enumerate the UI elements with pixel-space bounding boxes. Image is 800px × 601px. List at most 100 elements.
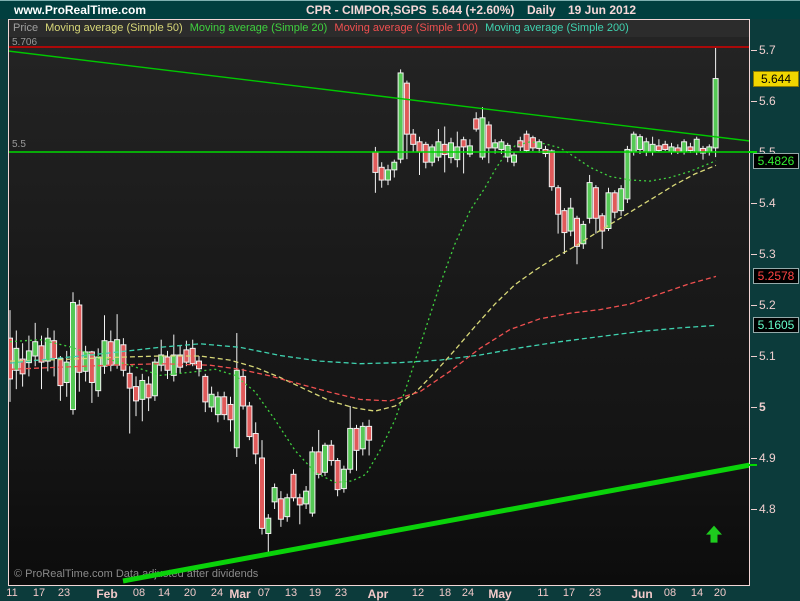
- candle[interactable]: [227, 396, 234, 432]
- legend-ma20[interactable]: Moving average (Simple 20): [190, 22, 328, 34]
- candle[interactable]: [221, 391, 228, 420]
- candle[interactable]: [555, 185, 562, 234]
- candle[interactable]: [385, 164, 391, 186]
- candle[interactable]: [290, 469, 297, 502]
- candle[interactable]: [460, 136, 467, 174]
- candle[interactable]: [208, 386, 215, 413]
- candle[interactable]: [454, 131, 461, 168]
- candle[interactable]: [347, 405, 354, 474]
- candle[interactable]: [25, 335, 32, 377]
- site-link[interactable]: www.ProRealTime.com: [14, 3, 146, 17]
- candle[interactable]: [328, 440, 335, 466]
- candle[interactable]: [265, 514, 272, 554]
- candle[interactable]: [303, 486, 310, 509]
- candle[interactable]: [422, 141, 429, 169]
- ascending-trendline[interactable]: [122, 462, 749, 584]
- candle[interactable]: [177, 345, 184, 374]
- candle[interactable]: [637, 134, 643, 155]
- candle[interactable]: [126, 366, 133, 434]
- candle[interactable]: [378, 162, 385, 188]
- candle[interactable]: [618, 185, 625, 216]
- candle[interactable]: [410, 129, 417, 152]
- candle[interactable]: [252, 422, 259, 465]
- up-arrow-icon[interactable]: [706, 525, 722, 543]
- candle[interactable]: [523, 130, 530, 152]
- candle[interactable]: [416, 136, 423, 175]
- legend-ma50[interactable]: Moving average (Simple 50): [45, 22, 183, 34]
- candle[interactable]: [19, 343, 26, 387]
- candle[interactable]: [668, 142, 675, 155]
- candle[interactable]: [51, 330, 58, 377]
- candle[interactable]: [233, 333, 240, 457]
- candle[interactable]: [599, 213, 606, 249]
- candle[interactable]: [38, 335, 45, 390]
- candle[interactable]: [145, 376, 152, 412]
- candle[interactable]: [353, 424, 360, 471]
- candle[interactable]: [517, 136, 524, 151]
- candle[interactable]: [473, 112, 480, 132]
- candle[interactable]: [567, 197, 574, 237]
- candle[interactable]: [70, 292, 76, 415]
- candle[interactable]: [296, 493, 303, 525]
- candle[interactable]: [151, 358, 158, 401]
- candle[interactable]: [536, 139, 543, 154]
- candle[interactable]: [429, 144, 436, 167]
- candle[interactable]: [246, 401, 253, 441]
- ma100-line[interactable]: [9, 275, 717, 402]
- candle[interactable]: [315, 429, 322, 479]
- legend-ma200[interactable]: Moving average (Simple 200): [485, 22, 629, 34]
- candle[interactable]: [277, 491, 284, 527]
- candle[interactable]: [202, 373, 209, 413]
- candle[interactable]: [580, 220, 587, 249]
- candle[interactable]: [114, 314, 121, 369]
- plot-canvas[interactable]: © ProRealTime.com Data adjusted after di…: [9, 37, 749, 585]
- candle[interactable]: [586, 174, 593, 224]
- candle[interactable]: [574, 215, 580, 265]
- candle[interactable]: [334, 458, 341, 497]
- candle[interactable]: [548, 149, 555, 191]
- candle[interactable]: [13, 330, 20, 390]
- candle[interactable]: [309, 446, 316, 517]
- candle[interactable]: [700, 145, 706, 160]
- candle[interactable]: [706, 144, 713, 156]
- candle[interactable]: [435, 129, 442, 162]
- candle[interactable]: [259, 440, 265, 535]
- candle[interactable]: [133, 376, 139, 417]
- candle[interactable]: [643, 137, 650, 157]
- candle[interactable]: [271, 483, 278, 510]
- candle[interactable]: [712, 47, 719, 158]
- candle[interactable]: [359, 422, 366, 456]
- candle[interactable]: [529, 135, 536, 151]
- candle[interactable]: [9, 310, 13, 402]
- candle[interactable]: [372, 146, 379, 193]
- candle[interactable]: [485, 121, 492, 164]
- candle[interactable]: [655, 139, 662, 152]
- candle[interactable]: [170, 334, 177, 382]
- candle[interactable]: [366, 419, 373, 456]
- candle[interactable]: [403, 80, 410, 160]
- candle[interactable]: [511, 152, 517, 167]
- candle[interactable]: [561, 208, 568, 254]
- candle[interactable]: [624, 145, 631, 203]
- candle[interactable]: [214, 391, 221, 423]
- candle[interactable]: [196, 356, 202, 377]
- candle[interactable]: [391, 159, 398, 178]
- candle[interactable]: [57, 356, 64, 401]
- candle[interactable]: [592, 185, 599, 234]
- candle[interactable]: [95, 348, 102, 397]
- candle[interactable]: [340, 465, 347, 493]
- candle[interactable]: [441, 126, 448, 173]
- candle[interactable]: [139, 373, 146, 422]
- candle[interactable]: [240, 368, 247, 410]
- candle[interactable]: [397, 69, 404, 164]
- candle[interactable]: [44, 327, 51, 372]
- candle[interactable]: [466, 139, 473, 158]
- candle[interactable]: [662, 140, 669, 151]
- legend-price[interactable]: Price: [13, 22, 38, 34]
- legend-ma100[interactable]: Moving average (Simple 100): [334, 22, 478, 34]
- candle[interactable]: [611, 190, 618, 219]
- candle[interactable]: [76, 299, 83, 392]
- candle[interactable]: [322, 442, 328, 476]
- date-axis[interactable]: 11 17 23 Feb 08 14 20 24 Mar 07 13 19 23 Apr 12 18 24 May…: [0, 586, 800, 601]
- price-axis[interactable]: 5.75.65.55.45.35.25.154.94.85.6445.48265…: [748, 19, 800, 586]
